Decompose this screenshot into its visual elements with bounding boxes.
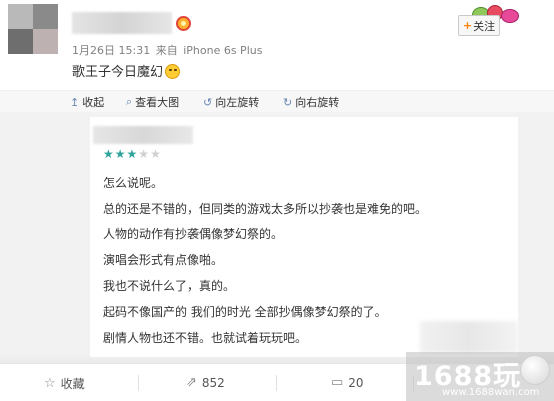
view-large-label: 查看大图 xyxy=(135,96,180,109)
view-large-button[interactable]: ⌕ 查看大图 xyxy=(126,94,179,110)
post-header: 1月26日 15:31 来自 iPhone 6s Plus 歌王子今日魔幻 + … xyxy=(0,0,554,90)
review-line: 人物的动作有抄袭偶像梦幻祭的。 xyxy=(103,227,284,241)
divider xyxy=(138,375,139,391)
star-filled-icon: ★ xyxy=(103,147,115,161)
star-filled-icon: ★ xyxy=(114,147,127,161)
post-device: iPhone 6s Plus xyxy=(183,44,263,57)
arrow-up-icon: ↥ xyxy=(70,95,80,109)
watermark: 1688玩 www.1688wan.com xyxy=(406,352,554,401)
emoji-icon xyxy=(165,64,181,79)
review-line: 怎么说呢。 xyxy=(103,176,164,190)
review-line: 我也不说什么了，真的。 xyxy=(103,279,236,293)
post-meta: 1月26日 15:31 来自 iPhone 6s Plus xyxy=(72,42,262,58)
post-text-content: 歌王子今日魔幻 xyxy=(72,65,164,80)
divider xyxy=(276,375,277,391)
repost-icon: ⇗ xyxy=(186,375,197,390)
repost-button[interactable]: ⇗ 852 xyxy=(186,375,225,390)
review-card: ★★★★★ 怎么说呢。 总的还是不错的，但同类的游戏太多所以抄袭也是难免的吧。 … xyxy=(90,117,518,357)
plus-icon: + xyxy=(462,19,473,32)
repost-count: 852 xyxy=(201,375,225,390)
comment-count: 20 xyxy=(348,375,364,390)
rotate-left-label: 向左旋转 xyxy=(215,96,260,109)
avatar[interactable] xyxy=(8,4,58,54)
review-line: 总的还是不错的，但同类的游戏太多所以抄袭也是难免的吧。 xyxy=(103,202,428,216)
comment-icon: ▭ xyxy=(331,375,344,390)
favorite-button[interactable]: ☆ 收藏 xyxy=(44,375,85,392)
favorite-label: 收藏 xyxy=(60,377,85,391)
rotate-right-icon: ↻ xyxy=(283,95,293,109)
avatar-pixel xyxy=(8,4,33,29)
avatar-pixel xyxy=(33,29,58,54)
magnifier-icon: ⌕ xyxy=(126,95,133,108)
review-line: 演唱会形式有点像啪。 xyxy=(103,253,224,267)
star-outline-icon: ☆ xyxy=(44,376,56,391)
comment-button[interactable]: ▭ 20 xyxy=(331,375,364,390)
rotate-right-label: 向右旋转 xyxy=(295,96,340,109)
medal-icon xyxy=(176,16,191,31)
follow-button[interactable]: + 关注 xyxy=(458,15,500,36)
post-from: 来自 xyxy=(155,44,178,57)
watermark-mascot-icon xyxy=(520,355,550,385)
reviewer-name-blurred xyxy=(93,126,193,144)
username-blurred[interactable] xyxy=(72,12,172,34)
collapse-label: 收起 xyxy=(82,96,105,109)
rotate-left-button[interactable]: ↺ 向左旋转 xyxy=(203,94,259,110)
avatar-pixel xyxy=(8,29,33,54)
review-line: 剧情人物也还不错。也就试着玩玩吧。 xyxy=(103,331,308,345)
watermark-url: www.1688wan.com xyxy=(442,387,540,398)
collapse-button[interactable]: ↥ 收起 xyxy=(70,94,104,110)
star-rating: ★★★★★ xyxy=(103,147,162,161)
follow-label: 关注 xyxy=(473,19,496,33)
post-date[interactable]: 1月26日 15:31 xyxy=(72,44,150,57)
star-empty-icon: ★ xyxy=(150,147,162,161)
image-toolbar: ↥ 收起 ⌕ 查看大图 ↺ 向左旋转 ↻ 向右旋转 xyxy=(0,90,554,112)
star-empty-icon: ★ xyxy=(138,147,151,161)
censor-blur xyxy=(420,321,518,353)
review-line: 起码不像国产的 我们的时光 全部抄偶像梦幻祭的了。 xyxy=(103,305,387,319)
sticker-face xyxy=(501,9,519,23)
post-text: 歌王子今日魔幻 xyxy=(72,61,181,80)
rotate-left-icon: ↺ xyxy=(203,95,213,109)
rotate-right-button[interactable]: ↻ 向右旋转 xyxy=(283,94,339,110)
star-filled-icon: ★ xyxy=(126,147,139,161)
avatar-pixel xyxy=(33,4,58,29)
